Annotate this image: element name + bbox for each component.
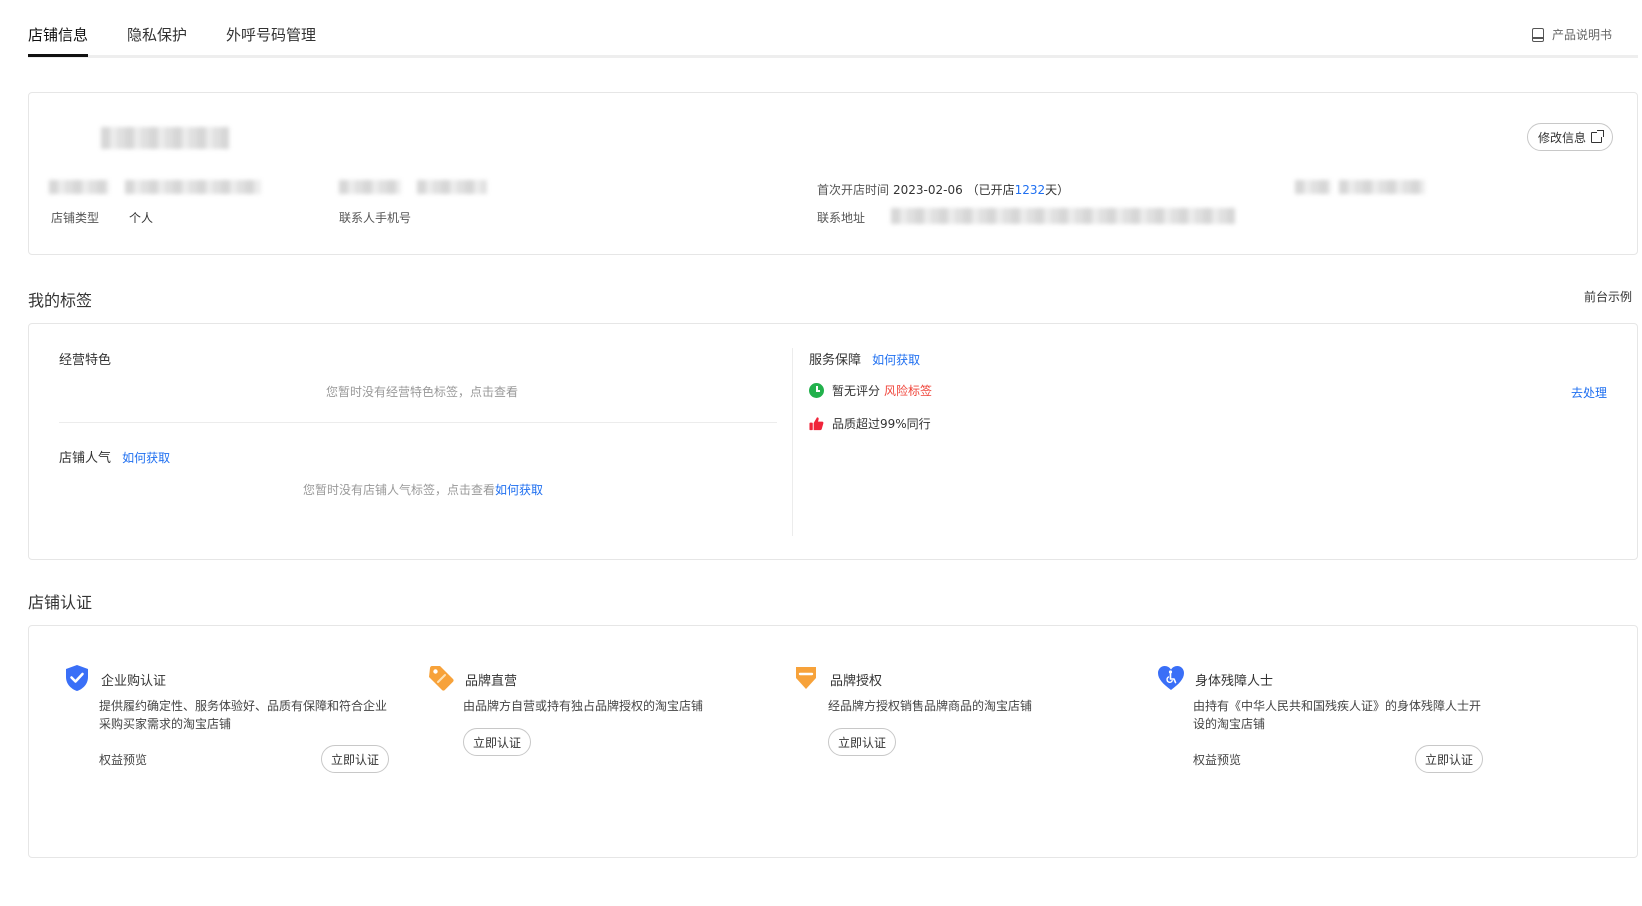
cert-enterprise-desc: 提供履约确定性、服务体验好、品质有保障和符合企业采购买家需求的淘宝店铺	[99, 699, 388, 731]
cert-brand-authorized-desc: 经品牌方授权销售品牌商品的淘宝店铺	[828, 699, 1033, 713]
divider	[59, 422, 777, 423]
external-link-icon	[1591, 129, 1604, 143]
service-how-link[interactable]: 如何获取	[872, 353, 920, 367]
redacted-field-label	[339, 180, 401, 194]
front-demo-link[interactable]: 前台示例	[1584, 288, 1632, 305]
tags-card: 经营特色 您暂时没有经营特色标签，点击查看 店铺人气 如何获取 您暂时没有店铺人…	[28, 323, 1638, 560]
quality-row: 品质超过99%同行	[809, 415, 931, 432]
cert-disability-button[interactable]: 立即认证	[1415, 745, 1484, 773]
tag-icon	[429, 666, 454, 691]
tab-store-info[interactable]: 店铺信息	[28, 24, 89, 57]
cert-enterprise: 企业购认证 提供履约确定性、服务体验好、品质有保障和符合企业采购买家需求的淘宝店…	[63, 664, 393, 814]
redacted-field-label	[1295, 180, 1331, 194]
book-icon	[1531, 27, 1544, 42]
shield-check-icon	[66, 665, 88, 691]
tab-bar: 店铺信息 隐私保护 外呼号码管理 产品说明书	[28, 0, 1638, 58]
popularity-title-text: 店铺人气	[59, 451, 112, 466]
cert-enterprise-button[interactable]: 立即认证	[321, 745, 390, 773]
features-title: 经营特色	[59, 353, 112, 368]
thumbs-up-icon	[809, 417, 824, 431]
cert-enterprise-title: 企业购认证	[101, 674, 167, 689]
quality-text: 品质超过99%同行	[832, 417, 931, 431]
cert-disability-preview-link[interactable]: 权益预览	[1193, 751, 1241, 768]
opened-days: 1232	[1014, 183, 1046, 197]
edit-info-label: 修改信息	[1537, 130, 1586, 145]
redacted-address	[891, 208, 1235, 224]
first-open-value: 2023-02-06 （已开店1232天）	[893, 181, 1069, 198]
cert-disability: 身体残障人士 由持有《中华人民共和国残疾人证》的身体残障人士开设的淘宝店铺 权益…	[1157, 664, 1487, 814]
popularity-empty-tip: 您暂时没有店铺人气标签，点击查看如何获取	[303, 481, 543, 498]
no-rating-text: 暂无评分	[832, 384, 881, 398]
redacted-field-value	[1339, 180, 1425, 194]
redacted-field-label	[49, 180, 109, 194]
redacted-field-value	[125, 180, 261, 194]
certification-title: 店铺认证	[28, 593, 93, 612]
tab-outbound-numbers[interactable]: 外呼号码管理	[226, 24, 316, 45]
popularity-how-link[interactable]: 如何获取	[122, 451, 170, 465]
contact-phone-label: 联系人手机号	[339, 211, 412, 225]
opened-prefix: （已开店	[966, 183, 1015, 197]
product-manual-link[interactable]: 产品说明书	[1531, 26, 1612, 43]
store-info-card: 修改信息 首次开店时间 2023-02-06 （已开店1232天） 店铺类型 个…	[28, 92, 1638, 255]
cert-brand-direct-title: 品牌直营	[465, 674, 518, 689]
cert-brand-direct: 品牌直营 由品牌方自营或持有独占品牌授权的淘宝店铺 立即认证	[427, 664, 757, 814]
cert-brand-direct-button[interactable]: 立即认证	[463, 728, 532, 756]
tab-privacy[interactable]: 隐私保护	[127, 24, 187, 45]
first-open-label: 首次开店时间	[817, 183, 890, 197]
go-handle-link[interactable]: 去处理	[1571, 384, 1607, 401]
edit-info-button[interactable]: 修改信息	[1526, 123, 1613, 151]
cert-brand-authorized: 品牌授权 经品牌方授权销售品牌商品的淘宝店铺 立即认证	[792, 664, 1122, 814]
service-title-text: 服务保障	[809, 353, 862, 368]
certification-card: 企业购认证 提供履约确定性、服务体验好、品质有保障和符合企业采购买家需求的淘宝店…	[28, 625, 1638, 858]
cert-enterprise-preview-link[interactable]: 权益预览	[99, 751, 147, 768]
service-title: 服务保障 如何获取	[809, 349, 920, 368]
cert-disability-desc: 由持有《中华人民共和国残疾人证》的身体残障人士开设的淘宝店铺	[1193, 699, 1482, 731]
risk-tag-link[interactable]: 风险标签	[884, 382, 932, 399]
redacted-store-name	[101, 127, 229, 149]
store-type-label: 店铺类型	[51, 211, 100, 225]
address-label: 联系地址	[817, 211, 866, 225]
popularity-empty-link[interactable]: 如何获取	[495, 483, 543, 497]
store-type-value: 个人	[129, 211, 154, 225]
popularity-empty-text: 您暂时没有店铺人气标签，点击查看	[303, 483, 496, 497]
diamond-icon	[796, 667, 816, 689]
popularity-title: 店铺人气 如何获取	[59, 447, 170, 466]
cert-brand-authorized-button[interactable]: 立即认证	[828, 728, 897, 756]
accessibility-heart-icon	[1158, 666, 1184, 690]
cert-brand-authorized-title: 品牌授权	[830, 674, 883, 689]
cert-brand-direct-desc: 由品牌方自营或持有独占品牌授权的淘宝店铺	[463, 699, 704, 713]
rating-row: 暂无评分 风险标签	[809, 382, 932, 399]
features-empty-tip[interactable]: 您暂时没有经营特色标签，点击查看	[326, 383, 518, 400]
redacted-field-value	[417, 180, 487, 194]
clock-icon	[809, 383, 824, 398]
my-tags-title: 我的标签	[28, 291, 93, 310]
cert-disability-title: 身体残障人士	[1195, 674, 1274, 689]
opened-suffix: 天）	[1045, 183, 1070, 197]
first-open-date: 2023-02-06	[893, 183, 963, 197]
vertical-divider	[792, 348, 793, 536]
product-manual-label: 产品说明书	[1551, 28, 1612, 42]
